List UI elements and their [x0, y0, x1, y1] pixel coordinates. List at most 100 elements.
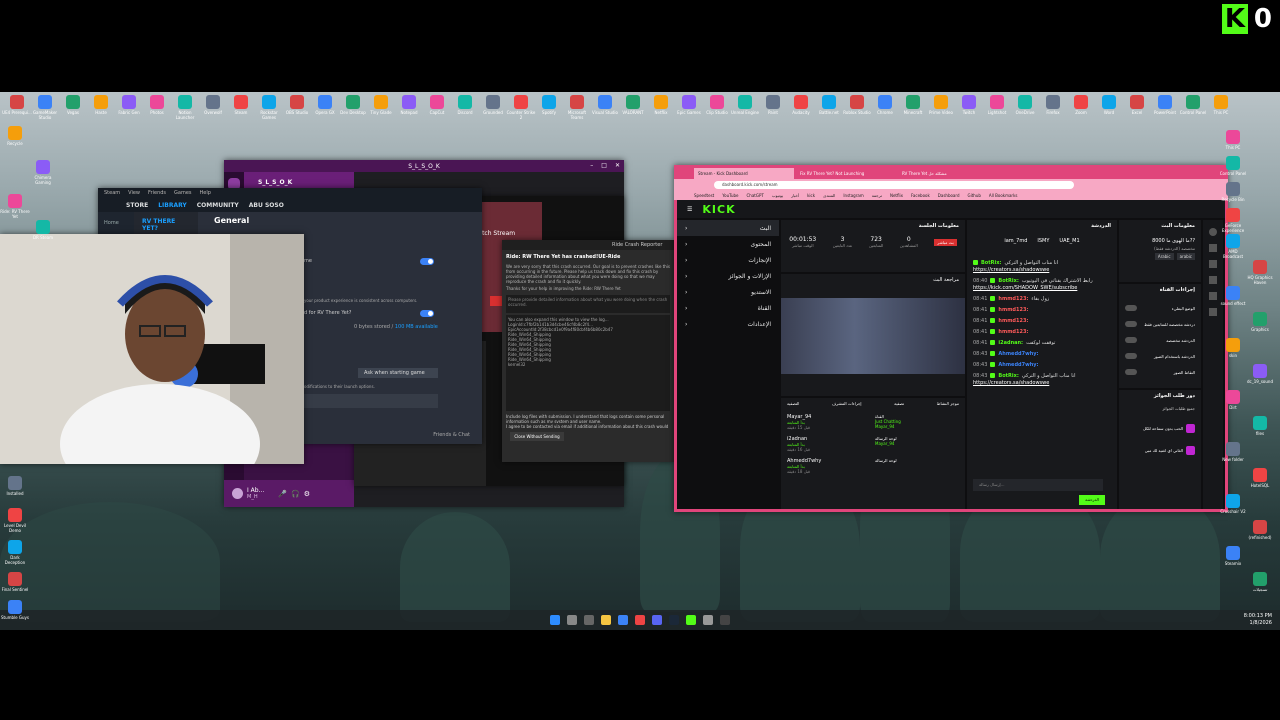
chat-username[interactable]: hmmd123:: [998, 296, 1028, 302]
steam-menu-item[interactable]: View: [128, 190, 140, 196]
chat-username[interactable]: BotRix:: [981, 260, 1001, 266]
channel-action-toggle[interactable]: [1125, 305, 1137, 311]
bookmark-item[interactable]: أخبار: [791, 193, 799, 198]
chat-message[interactable]: 08:41 hmmd123:: [973, 316, 1111, 325]
chat-username[interactable]: Ahmedd7why:: [998, 362, 1038, 368]
desktop-shortcut[interactable]: This PC: [1206, 95, 1236, 120]
desktop-shortcut[interactable]: Netflix: [646, 95, 676, 120]
channel-action-row[interactable]: الدردشة مخصصة: [1125, 332, 1195, 348]
kick-nav-item[interactable]: › القناة: [677, 300, 779, 316]
desktop-shortcut[interactable]: OBS Studio: [282, 95, 312, 120]
info-icon[interactable]: [1209, 228, 1217, 236]
bookmark-item[interactable]: Github: [968, 193, 981, 198]
bookmark-item[interactable]: Netflix: [890, 193, 903, 198]
stream-preview-video[interactable]: [781, 298, 965, 374]
desktop-shortcut[interactable]: Roblox Studio: [842, 95, 872, 120]
chat-link[interactable]: https://creators.sa/shadowswe: [973, 267, 1111, 274]
desktop-shortcut[interactable]: Epic Games: [674, 95, 704, 120]
desktop-shortcut[interactable]: Vegas: [58, 95, 88, 120]
bookmark-item[interactable]: kick: [807, 193, 815, 198]
desktop-shortcut[interactable]: Clip Studio: [702, 95, 732, 120]
activity-item[interactable]: Mayar_94 بدأ المتابعة قبل 15 دقيقة: [781, 412, 869, 434]
desktop-shortcut[interactable]: Lightshot: [982, 95, 1012, 120]
desktop-shortcut[interactable]: Grounded: [478, 95, 508, 120]
headphones-icon[interactable]: 🎧: [291, 490, 300, 498]
desktop-shortcut[interactable]: Dev Desktop: [338, 95, 368, 120]
desktop-shortcut[interactable]: Chrome: [870, 95, 900, 120]
desktop-shortcut[interactable]: Dark Deception: [0, 540, 30, 565]
activity-item[interactable]: Ahmedd7why بدأ المتابعة قبل 18 دقيقة: [781, 456, 869, 478]
channel-action-toggle[interactable]: [1125, 369, 1137, 375]
kick-browser-window[interactable]: Stream - Kick Dashboard Fix RV There Yet…: [674, 165, 1228, 512]
crash-checkbox-logs[interactable]: Include log files with submission. I und…: [502, 413, 674, 423]
chat-message[interactable]: 08:41 hmmd123:: [973, 327, 1111, 336]
bookmark-item[interactable]: Speedtest: [694, 193, 714, 198]
maximize-icon[interactable]: □: [601, 162, 607, 169]
reward-item[interactable]: الغاني اي اغنية لك مبي: [1125, 439, 1195, 461]
channel-action-toggle[interactable]: [1125, 353, 1137, 359]
address-bar[interactable]: dashboard.kick.com/stream: [714, 181, 1074, 189]
chat-username[interactable]: Ahmedd7why:: [998, 351, 1038, 357]
desktop-shortcut[interactable]: Photos: [142, 95, 172, 120]
top-chatter[interactable]: ISMY: [1037, 238, 1049, 244]
lightning-icon[interactable]: [1209, 276, 1217, 284]
app-taskbar-icon[interactable]: [703, 615, 713, 625]
channel-action-row[interactable]: الدردشة باستخدام الصور: [1125, 348, 1195, 364]
desktop-shortcut[interactable]: Graphics: [1245, 312, 1275, 337]
desktop-shortcut[interactable]: files: [1245, 416, 1275, 441]
rewards-all-link[interactable]: جميع طلبات الجوائز: [1119, 402, 1201, 415]
system-tray-clock[interactable]: 8:00:13 PM 1/8/2026: [1244, 613, 1272, 627]
channel-action-toggle[interactable]: [1125, 337, 1137, 343]
steam-toggle-2[interactable]: [420, 310, 434, 317]
desktop-shortcut[interactable]: Microsoft Teams: [562, 95, 592, 120]
close-icon[interactable]: ✕: [615, 162, 620, 169]
desktop-shortcut[interactable]: Minecraft: [898, 95, 928, 120]
desktop-shortcut[interactable]: This PC: [1218, 130, 1248, 155]
desktop-shortcut[interactable]: Overwolf: [198, 95, 228, 120]
steam-friends-chat[interactable]: Friends & Chat: [433, 432, 470, 438]
desktop-shortcut[interactable]: Steam: [226, 95, 256, 120]
desktop-shortcut[interactable]: Prime Video: [926, 95, 956, 120]
chat-message[interactable]: 08:40 BotRix: رابط الاشتراك بقناتي في اليو…: [973, 276, 1111, 292]
chat-username[interactable]: BotRix:: [998, 373, 1018, 379]
desktop-shortcut[interactable]: DR Steam: [28, 220, 58, 245]
steam-menu-item[interactable]: Steam: [104, 190, 120, 196]
stream-tag[interactable]: arabic: [1176, 253, 1195, 260]
chat-input[interactable]: إرسال رسالة...: [973, 479, 1103, 491]
crash-description-input[interactable]: Please provide detailed information abou…: [506, 295, 670, 313]
chat-username[interactable]: hmmd123:: [998, 318, 1028, 324]
desktop-shortcut[interactable]: Notion Launcher: [170, 95, 200, 120]
mod-action-item[interactable]: لوحة الرسالة: [871, 456, 963, 478]
steam-nav-library[interactable]: LIBRARY: [158, 202, 187, 209]
desktop-shortcut[interactable]: Battle.net: [814, 95, 844, 120]
desktop-shortcut[interactable]: GameMaker Studio: [30, 95, 60, 120]
search-icon[interactable]: [567, 615, 577, 625]
bookmark-item[interactable]: Dashboard: [938, 193, 960, 198]
minimize-icon[interactable]: –: [590, 162, 593, 169]
chat-message[interactable]: 08:41 hmmd123: زول بقاء: [973, 294, 1111, 303]
list-icon[interactable]: [1209, 292, 1217, 300]
desktop-shortcut[interactable]: New folder: [1218, 442, 1248, 467]
desktop-shortcut[interactable]: Firefox: [1038, 95, 1068, 120]
desktop-shortcut[interactable]: Discord: [450, 95, 480, 120]
bookmark-item[interactable]: Facebook: [911, 193, 930, 198]
desktop-shortcut[interactable]: Spotify: [534, 95, 564, 120]
kick-nav-item[interactable]: › الاستديو: [677, 284, 779, 300]
discord-taskbar-icon[interactable]: [652, 615, 662, 625]
kick-nav-item[interactable]: › الإزالات و الجوائز: [677, 268, 779, 284]
desktop-shortcut[interactable]: PowerPoint: [1150, 95, 1180, 120]
channel-action-row[interactable]: دردشة مخصصة للمتابعين فقط: [1125, 316, 1195, 332]
desktop-shortcut[interactable]: Steamix: [1218, 546, 1248, 571]
desktop-shortcut[interactable]: Visual Studio: [590, 95, 620, 120]
desktop-shortcut[interactable]: Opera GX: [310, 95, 340, 120]
desktop-shortcut[interactable]: HQ Graphics Haven: [1245, 260, 1275, 285]
desktop-shortcut[interactable]: Control Panel: [1178, 95, 1208, 120]
desktop-shortcut[interactable]: Twitch: [954, 95, 984, 120]
desktop-shortcut[interactable]: Installed: [0, 476, 30, 501]
steam-menu-item[interactable]: Help: [200, 190, 211, 196]
desktop-shortcut[interactable]: Unreal Engine: [730, 95, 760, 120]
chat-message[interactable]: 08:43 Ahmedd7why:: [973, 360, 1111, 369]
desktop-shortcut[interactable]: sound effect: [1218, 286, 1248, 311]
chat-username[interactable]: hmmd123:: [998, 307, 1028, 313]
desktop-shortcut[interactable]: Recycle Bin: [1218, 182, 1248, 207]
